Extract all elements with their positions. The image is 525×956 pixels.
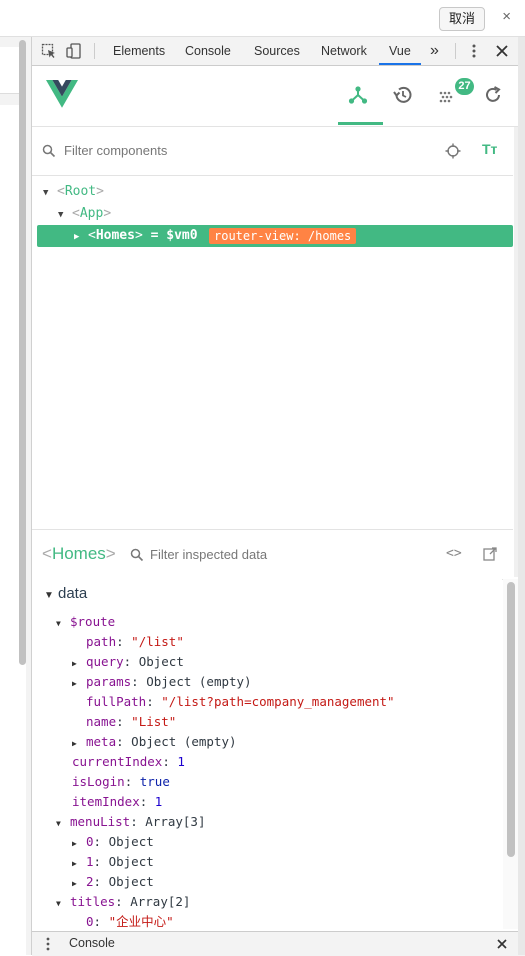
inspector-header: <Homes> Filter inspected data <>	[32, 529, 513, 580]
search-icon	[130, 548, 144, 562]
data-section-header[interactable]: ▼ data	[44, 585, 87, 602]
data-row-menu-1[interactable]: ▶ 1: Object	[72, 852, 154, 872]
vue-logo-icon	[46, 80, 78, 108]
collapse-arrow-icon[interactable]: ▼	[56, 614, 70, 634]
data-row-menu-2[interactable]: ▶ 2: Object	[72, 872, 154, 892]
page-sliver	[0, 37, 32, 955]
code-icon[interactable]: <>	[446, 546, 462, 561]
tab-network[interactable]: Network	[321, 37, 367, 65]
expand-arrow-icon[interactable]: ▶	[72, 674, 86, 694]
collapse-arrow-icon[interactable]: ▼	[44, 590, 58, 601]
data-row-name[interactable]: name: "List"	[86, 712, 176, 732]
expand-arrow-icon[interactable]: ▶	[72, 834, 86, 854]
inspector-data-panel: ▼ data ▼ $route path: "/list" ▶ query: Obje…	[32, 579, 502, 929]
kebab-menu-icon[interactable]	[466, 43, 482, 59]
events-count-badge: 27	[455, 78, 474, 95]
tab-vue[interactable]: Vue	[379, 37, 421, 65]
close-drawer-icon[interactable]	[496, 938, 508, 950]
tree-node-app[interactable]: ▼ <App>	[58, 203, 111, 225]
device-toolbar-icon[interactable]	[66, 43, 82, 59]
collapse-arrow-icon[interactable]: ▼	[43, 182, 57, 204]
format-names-icon[interactable]: Tт	[482, 141, 497, 157]
page-scrollbar[interactable]	[19, 40, 26, 665]
data-row-titles[interactable]: ▼ titles: Array[2]	[56, 892, 190, 912]
expand-arrow-icon[interactable]: ▶	[72, 734, 86, 754]
data-row-menulist[interactable]: ▼ menuList: Array[3]	[56, 812, 206, 832]
data-row-fullpath[interactable]: fullPath: "/list?path=company_management…	[86, 692, 395, 712]
data-row-query[interactable]: ▶ query: Object	[72, 652, 184, 672]
search-icon	[42, 144, 56, 158]
devtools-tab-bar: Elements Console Sources Network Vue »	[32, 37, 525, 66]
data-row-title-0[interactable]: 0: "企业中心"	[86, 912, 174, 929]
toolbar-divider	[455, 43, 456, 59]
open-in-editor-icon[interactable]	[483, 547, 497, 561]
router-view-badge: router-view: /homes	[209, 228, 357, 244]
component-name: Homes	[95, 228, 135, 243]
inspected-component-name: <Homes>	[42, 544, 116, 563]
data-row-params[interactable]: ▶ params: Object (empty)	[72, 672, 252, 692]
collapse-arrow-icon[interactable]: ▼	[56, 814, 70, 834]
more-tabs-icon[interactable]: »	[430, 37, 439, 65]
component-filter-bar: Filter components Tт	[32, 127, 513, 176]
close-icon[interactable]: ×	[502, 8, 511, 25]
expand-arrow-icon[interactable]: ▶	[74, 226, 88, 248]
expand-arrow-icon[interactable]: ▶	[72, 874, 86, 894]
cancel-button[interactable]: 取消	[438, 7, 485, 31]
data-row-islogin[interactable]: isLogin: true	[72, 772, 170, 792]
tab-elements[interactable]: Elements	[113, 37, 165, 65]
select-component-icon[interactable]	[445, 143, 461, 159]
data-row-route[interactable]: ▼ $route	[56, 612, 115, 632]
tree-node-root[interactable]: ▼ <Root>	[43, 181, 104, 203]
expand-arrow-icon[interactable]: ▶	[72, 854, 86, 874]
vm-reference: = $vm0	[150, 228, 198, 243]
tab-console[interactable]: Console	[185, 37, 231, 65]
history-icon[interactable]	[392, 84, 414, 106]
components-icon[interactable]	[347, 84, 369, 106]
active-view-indicator	[338, 122, 383, 125]
refresh-icon[interactable]	[482, 84, 504, 106]
filter-inspected-data-input[interactable]: Filter inspected data	[150, 547, 267, 562]
toolbar-divider	[94, 43, 95, 59]
collapse-arrow-icon[interactable]: ▼	[58, 204, 72, 226]
console-drawer-bar: Console	[32, 931, 525, 956]
data-row-path[interactable]: path: "/list"	[86, 632, 184, 652]
collapse-arrow-icon[interactable]: ▼	[56, 894, 70, 914]
data-row-currentindex[interactable]: currentIndex: 1	[72, 752, 185, 772]
data-scrollbar[interactable]	[507, 582, 515, 857]
top-bar: 取消 ×	[0, 0, 525, 37]
inspect-element-icon[interactable]	[41, 43, 57, 59]
console-drawer-tab[interactable]: Console	[69, 936, 115, 950]
data-row-itemindex[interactable]: itemIndex: 1	[72, 792, 162, 812]
close-devtools-icon[interactable]	[494, 43, 510, 59]
expand-arrow-icon[interactable]: ▶	[72, 654, 86, 674]
data-row-meta[interactable]: ▶ meta: Object (empty)	[72, 732, 237, 752]
vue-devtools-header: 27	[32, 66, 525, 127]
component-name: Root	[64, 184, 97, 199]
window-edge	[518, 37, 525, 955]
filter-components-input[interactable]: Filter components	[64, 143, 167, 158]
data-row-menu-0[interactable]: ▶ 0: Object	[72, 832, 154, 852]
component-name: App	[79, 206, 104, 221]
tab-sources[interactable]: Sources	[254, 37, 300, 65]
drawer-menu-icon[interactable]	[44, 937, 52, 951]
tree-node-homes-selected[interactable]: ▶ <Homes> = $vm0 router-view: /homes	[37, 225, 513, 247]
